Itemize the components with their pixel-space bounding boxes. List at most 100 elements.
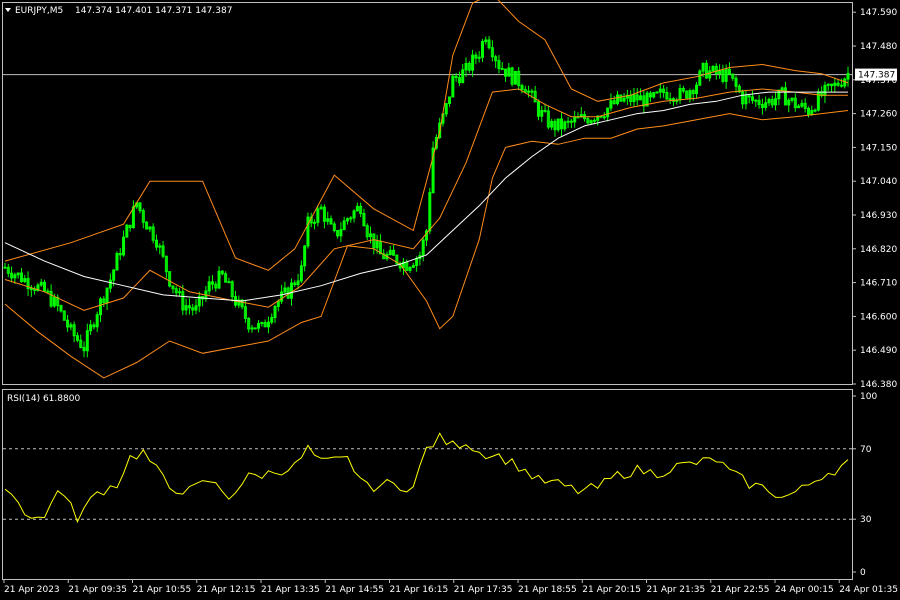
ohlc-readout: 147.374 147.401 147.371 147.387 xyxy=(75,6,232,16)
candle-body xyxy=(484,39,488,43)
candle-body xyxy=(833,82,837,87)
candle-body xyxy=(464,62,468,71)
candle-body xyxy=(797,105,801,109)
candle-body xyxy=(507,67,511,77)
candle-body xyxy=(388,249,392,255)
candle-body xyxy=(839,84,843,87)
candle-body xyxy=(266,321,270,328)
candle-body xyxy=(148,226,152,230)
candle-body xyxy=(540,109,544,117)
candle-body xyxy=(513,70,517,85)
candle-body xyxy=(632,94,636,103)
candle-body xyxy=(428,192,432,232)
candle-body xyxy=(355,205,359,212)
candle-body xyxy=(777,89,781,100)
rsi-tick-label: 30 xyxy=(860,515,872,525)
candle-body xyxy=(810,109,814,116)
candle-body xyxy=(194,305,198,311)
candle-body xyxy=(289,282,293,299)
candle-body xyxy=(411,265,415,268)
candle-body xyxy=(767,98,771,104)
candle-body xyxy=(826,83,830,86)
trading-chart[interactable]: 147.590147.480147.370147.260147.150147.0… xyxy=(0,0,900,600)
candle-body xyxy=(108,279,112,289)
candle-body xyxy=(112,269,116,281)
candle-body xyxy=(158,245,162,248)
rsi-tick-label: 0 xyxy=(860,568,866,578)
candle-body xyxy=(89,324,93,332)
candle-body xyxy=(744,95,748,105)
candle-body xyxy=(296,280,300,286)
candle-body xyxy=(606,107,610,118)
candle-body xyxy=(306,216,310,247)
candle-body xyxy=(316,208,320,223)
price-tick-label: 147.150 xyxy=(860,143,897,153)
candle-body xyxy=(615,94,619,105)
candle-body xyxy=(448,96,452,105)
candle-body xyxy=(602,116,606,119)
time-tick-label: 21 Apr 13:35 xyxy=(261,585,320,595)
candle-body xyxy=(471,54,475,71)
symbol-label[interactable]: EURJPY,M5 xyxy=(15,6,63,16)
candle-body xyxy=(556,118,560,131)
candle-body xyxy=(780,87,784,91)
candle-body xyxy=(678,88,682,101)
candle-body xyxy=(655,91,659,94)
candle-body xyxy=(29,287,33,290)
candle-body xyxy=(69,324,73,328)
candle-body xyxy=(622,97,626,102)
price-tick-label: 146.820 xyxy=(860,245,897,255)
candle-body xyxy=(125,224,129,238)
price-tick-label: 147.260 xyxy=(860,110,897,120)
candle-body xyxy=(754,99,758,102)
time-tick-label: 21 Apr 16:15 xyxy=(390,585,449,595)
price-tick-label: 147.480 xyxy=(860,42,897,52)
candle-body xyxy=(46,290,50,293)
candle-body xyxy=(207,281,211,292)
candle-body xyxy=(658,88,662,93)
candle-body xyxy=(3,266,7,269)
candle-body xyxy=(500,67,504,70)
candle-body xyxy=(276,300,280,307)
time-tick-label: 21 Apr 22:55 xyxy=(711,585,770,595)
candle-body xyxy=(639,95,643,101)
candle-body xyxy=(349,217,353,220)
candle-body xyxy=(701,62,705,72)
candle-body xyxy=(550,120,554,128)
rsi-tick-label: 70 xyxy=(860,445,872,455)
chart-background xyxy=(0,0,900,600)
candle-body xyxy=(530,90,534,93)
candle-body xyxy=(573,116,577,123)
candle-body xyxy=(592,119,596,122)
candle-body xyxy=(184,305,188,311)
rsi-label: RSI(14) 61.8800 xyxy=(7,394,80,404)
candle-body xyxy=(122,236,126,256)
candle-body xyxy=(280,291,284,302)
candle-body xyxy=(688,90,692,99)
candle-body xyxy=(787,99,791,106)
candle-body xyxy=(569,120,573,123)
candle-body xyxy=(326,218,330,222)
time-tick-label: 21 Apr 09:35 xyxy=(68,585,127,595)
candle-body xyxy=(319,206,323,210)
rsi-tick-label: 100 xyxy=(860,392,877,402)
candle-body xyxy=(352,210,356,219)
candle-body xyxy=(451,75,455,98)
candle-body xyxy=(408,266,412,271)
candle-body xyxy=(98,298,102,316)
price-tick-label: 146.380 xyxy=(860,380,897,390)
candle-body xyxy=(178,291,182,294)
candle-body xyxy=(339,229,343,237)
candle-body xyxy=(227,281,231,284)
time-tick-label: 21 Apr 10:55 xyxy=(133,585,192,595)
candle-body xyxy=(52,296,56,307)
candle-body xyxy=(342,220,346,231)
candle-body xyxy=(95,314,99,328)
candle-body xyxy=(589,120,593,124)
price-tick-label: 147.040 xyxy=(860,177,897,187)
candle-body xyxy=(790,97,794,101)
time-tick-label: 21 Apr 21:35 xyxy=(647,585,706,595)
candle-body xyxy=(313,221,317,224)
price-tick-label: 146.600 xyxy=(860,312,897,322)
candle-body xyxy=(461,69,465,84)
